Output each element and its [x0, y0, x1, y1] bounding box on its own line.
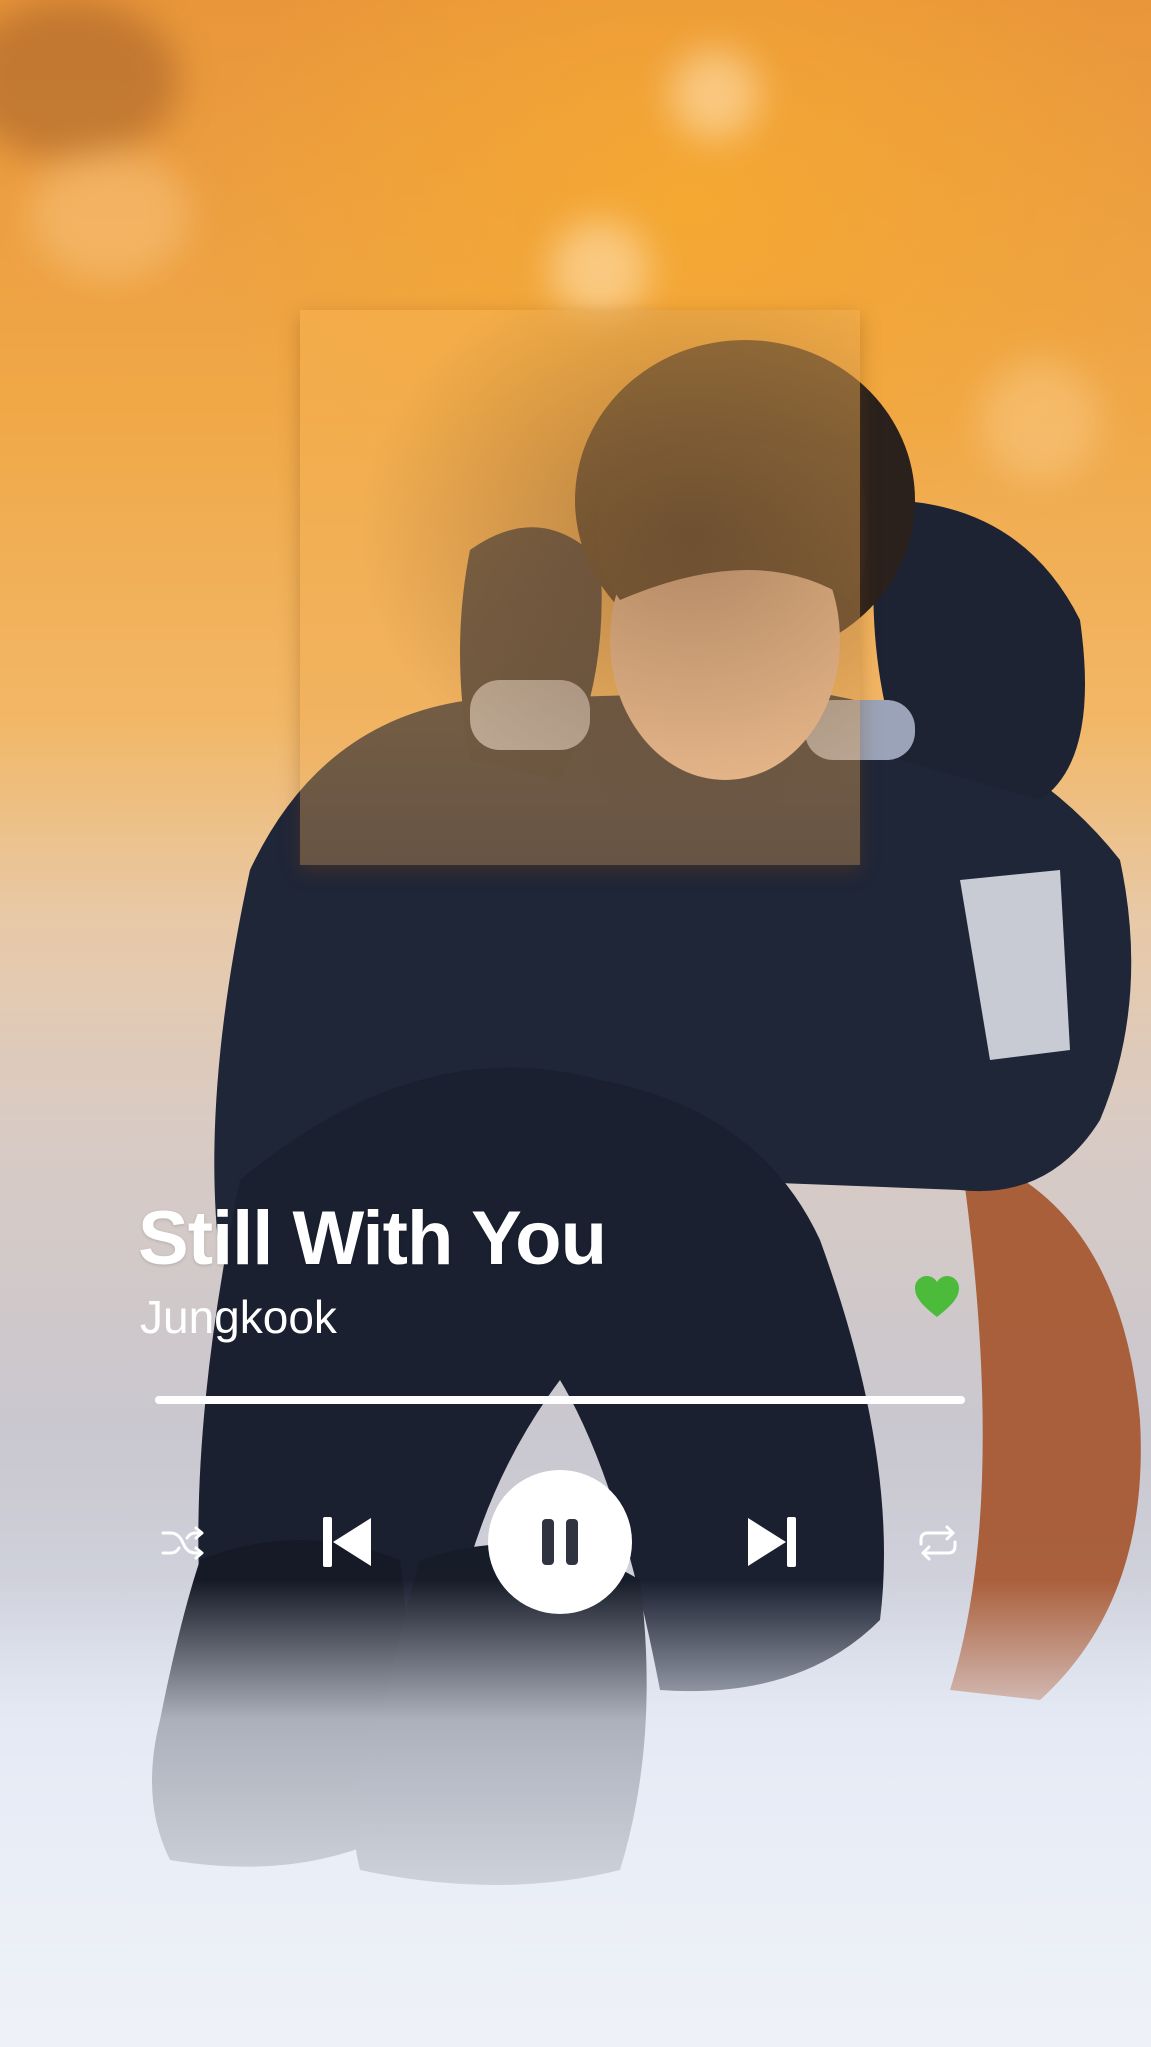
background-snow: [0, 1580, 1151, 2047]
like-button[interactable]: [910, 1270, 964, 1324]
shuffle-button[interactable]: [150, 1515, 216, 1571]
previous-track-button[interactable]: [315, 1510, 379, 1574]
pause-icon: [542, 1519, 578, 1565]
repeat-icon: [919, 1525, 957, 1561]
album-art-shade: [300, 310, 860, 865]
skip-previous-icon: [323, 1517, 371, 1567]
repeat-button[interactable]: [905, 1515, 971, 1571]
track-title: Still With You: [138, 1196, 607, 1281]
music-player-screen: Still With You Jungkook: [0, 0, 1151, 2047]
album-art: [300, 310, 860, 865]
next-track-button[interactable]: [740, 1510, 804, 1574]
progress-bar[interactable]: [155, 1396, 965, 1404]
skip-next-icon: [748, 1517, 796, 1567]
play-pause-button[interactable]: [488, 1470, 632, 1614]
track-artist[interactable]: Jungkook: [140, 1290, 337, 1344]
heart-icon: [915, 1276, 959, 1317]
shuffle-icon: [161, 1526, 204, 1560]
progress-fill: [155, 1396, 965, 1404]
